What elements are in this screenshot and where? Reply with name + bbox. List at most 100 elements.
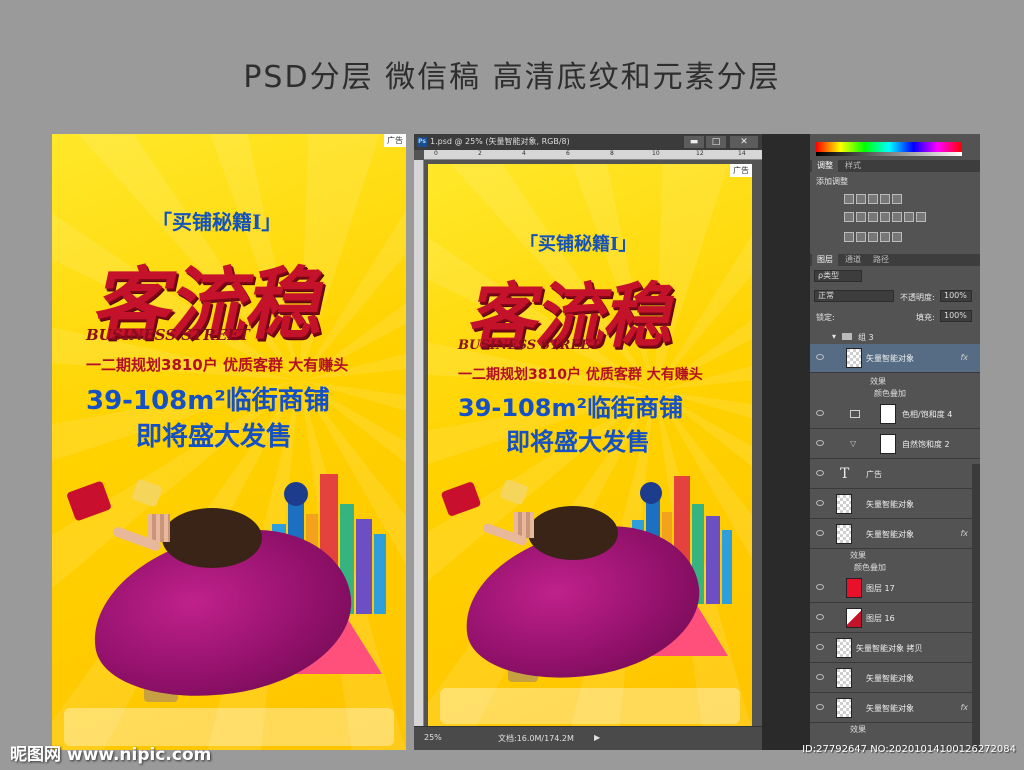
layer-row[interactable]: 矢量智能对象 bbox=[810, 664, 980, 693]
layer-name: 矢量智能对象 bbox=[866, 530, 914, 539]
selective-color-icon[interactable] bbox=[892, 232, 902, 242]
layer-row[interactable]: 矢量智能对象 拷贝 bbox=[810, 634, 980, 663]
layers-scrollbar[interactable] bbox=[972, 464, 980, 750]
effects-label: 效果 bbox=[850, 551, 866, 560]
tab-styles[interactable]: 样式 bbox=[840, 160, 866, 172]
layer-row[interactable]: T 广告 bbox=[810, 460, 980, 489]
hue-icon[interactable] bbox=[856, 212, 866, 222]
layer-row[interactable]: 色相/饱和度 4 bbox=[810, 400, 980, 429]
woman-face-blurred bbox=[148, 514, 170, 542]
flag-ball bbox=[284, 482, 308, 506]
status-arrow-icon[interactable]: ▶ bbox=[594, 733, 600, 742]
lookup-icon[interactable] bbox=[916, 212, 926, 222]
doc-info: 文档:16.0M/174.2M bbox=[498, 734, 574, 743]
visibility-eye-icon[interactable] bbox=[816, 410, 824, 416]
layer-row[interactable]: 矢量智能对象 fx bbox=[810, 520, 980, 549]
poster-subtitle: 「买铺秘籍Ⅰ」 bbox=[152, 210, 282, 234]
effects-label: 效果 bbox=[850, 725, 866, 734]
adjust-icons-row-1 bbox=[844, 194, 904, 208]
poster-tagline: 一二期规划3810户 优质客群 大有赚头 bbox=[86, 356, 349, 374]
layer-name: 矢量智能对象 拷贝 bbox=[856, 644, 923, 653]
opacity-label: 不透明度: bbox=[900, 293, 935, 302]
fx-icon[interactable]: fx bbox=[960, 529, 968, 538]
ps-titlebar[interactable]: Ps 1.psd @ 25% (矢量智能对象, RGB/8) ▬ □ ✕ bbox=[414, 134, 762, 150]
levels-icon[interactable] bbox=[856, 194, 866, 204]
tab-paths[interactable]: 路径 bbox=[868, 254, 894, 266]
visibility-eye-icon[interactable] bbox=[816, 354, 824, 360]
gradient-map-icon[interactable] bbox=[880, 232, 890, 242]
layer-row[interactable]: 矢量智能对象 bbox=[810, 490, 980, 519]
canvas-subtitle: 「买铺秘籍Ⅰ」 bbox=[520, 234, 637, 255]
blend-mode-select[interactable]: 正常 bbox=[814, 290, 894, 302]
canvas-bottom-bar bbox=[440, 688, 740, 724]
tab-adjust[interactable]: 调整 bbox=[812, 160, 838, 172]
workspace-background bbox=[762, 134, 810, 750]
color-overlay-label: 颜色叠加 bbox=[854, 563, 886, 572]
visibility-eye-icon[interactable] bbox=[816, 500, 824, 506]
ps-side-panel: 调整 样式 添加调整 图层 通道 路径 ρ类型 正常 不透明度: 100% 锁定… bbox=[810, 134, 980, 750]
layer-row[interactable]: 图层 16 bbox=[810, 604, 980, 633]
maximize-button[interactable]: □ bbox=[706, 136, 726, 148]
ad-tag: 广告 bbox=[384, 134, 406, 147]
close-button[interactable]: ✕ bbox=[730, 136, 758, 148]
folder-icon bbox=[842, 333, 852, 340]
ps-document-title: 1.psd @ 25% (矢量智能对象, RGB/8) bbox=[430, 137, 570, 146]
gray-ramp[interactable] bbox=[816, 152, 962, 156]
group-chevron-icon[interactable]: ▾ bbox=[832, 332, 836, 341]
layer-row[interactable]: ▽ 自然饱和度 2 bbox=[810, 430, 980, 459]
balance-icon[interactable] bbox=[868, 212, 878, 222]
mixer-icon[interactable] bbox=[904, 212, 914, 222]
adjustment-levels-icon bbox=[850, 410, 860, 418]
layer-thumbnail bbox=[836, 524, 852, 544]
curves-icon[interactable] bbox=[868, 194, 878, 204]
fill-input[interactable]: 100% bbox=[940, 310, 972, 322]
effects-label: 效果 bbox=[870, 377, 886, 386]
photo-filter-icon[interactable] bbox=[892, 212, 902, 222]
page-heading: PSD分层 微信稿 高清底纹和元素分层 bbox=[243, 60, 781, 95]
layer-name: 图层 16 bbox=[866, 614, 895, 623]
poster-english: BUSINESS STREET bbox=[86, 326, 250, 344]
layer-row[interactable]: 图层 17 bbox=[810, 574, 980, 603]
exposure-icon[interactable] bbox=[880, 194, 890, 204]
woman-hair bbox=[162, 508, 262, 568]
layer-filter-select[interactable]: ρ类型 bbox=[814, 270, 862, 282]
ps-canvas-poster[interactable]: 广告 「买铺秘籍Ⅰ」 客流稳 BUSINESS STREET 一二期规划3810… bbox=[428, 164, 752, 730]
tab-layers[interactable]: 图层 bbox=[812, 254, 838, 266]
layer-name: 矢量智能对象 bbox=[866, 500, 914, 509]
color-spectrum[interactable] bbox=[816, 142, 962, 152]
visibility-eye-icon[interactable] bbox=[816, 530, 824, 536]
minimize-button[interactable]: ▬ bbox=[684, 136, 704, 148]
visibility-eye-icon[interactable] bbox=[816, 584, 824, 590]
visibility-eye-icon[interactable] bbox=[816, 470, 824, 476]
gradient-icon[interactable] bbox=[892, 194, 902, 204]
visibility-eye-icon[interactable] bbox=[816, 674, 824, 680]
visibility-eye-icon[interactable] bbox=[816, 704, 824, 710]
zoom-level[interactable]: 25% bbox=[424, 733, 442, 742]
layer-mask-thumbnail bbox=[880, 434, 896, 454]
ruler-top: 0 2 4 6 8 10 12 14 bbox=[424, 150, 762, 160]
vibrance-icon[interactable] bbox=[844, 212, 854, 222]
layer-row[interactable]: 矢量智能对象 fx bbox=[810, 694, 980, 723]
adjust-icons-row-2 bbox=[844, 212, 928, 226]
ruler-left bbox=[414, 160, 424, 726]
visibility-eye-icon[interactable] bbox=[816, 614, 824, 620]
layer-name: 矢量智能对象 bbox=[866, 704, 914, 713]
visibility-eye-icon[interactable] bbox=[816, 440, 824, 446]
layer-row[interactable]: 矢量智能对象 fx bbox=[810, 344, 980, 373]
photoshop-document-window[interactable]: Ps 1.psd @ 25% (矢量智能对象, RGB/8) ▬ □ ✕ 0 2… bbox=[414, 134, 762, 750]
bw-icon[interactable] bbox=[880, 212, 890, 222]
threshold-icon[interactable] bbox=[868, 232, 878, 242]
color-overlay-label: 颜色叠加 bbox=[874, 389, 906, 398]
visibility-eye-icon[interactable] bbox=[816, 644, 824, 650]
tab-channels[interactable]: 通道 bbox=[840, 254, 866, 266]
invert-icon[interactable] bbox=[844, 232, 854, 242]
layer-name: 矢量智能对象 bbox=[866, 354, 914, 363]
brightness-icon[interactable] bbox=[844, 194, 854, 204]
fx-icon[interactable]: fx bbox=[960, 353, 968, 362]
layer-name: 广告 bbox=[866, 470, 882, 479]
canvas-ad-tag: 广告 bbox=[730, 164, 752, 177]
posterize-icon[interactable] bbox=[856, 232, 866, 242]
fx-icon[interactable]: fx bbox=[960, 703, 968, 712]
layer-group-row[interactable]: ▾ 组 3 bbox=[810, 330, 980, 344]
opacity-input[interactable]: 100% bbox=[940, 290, 972, 302]
